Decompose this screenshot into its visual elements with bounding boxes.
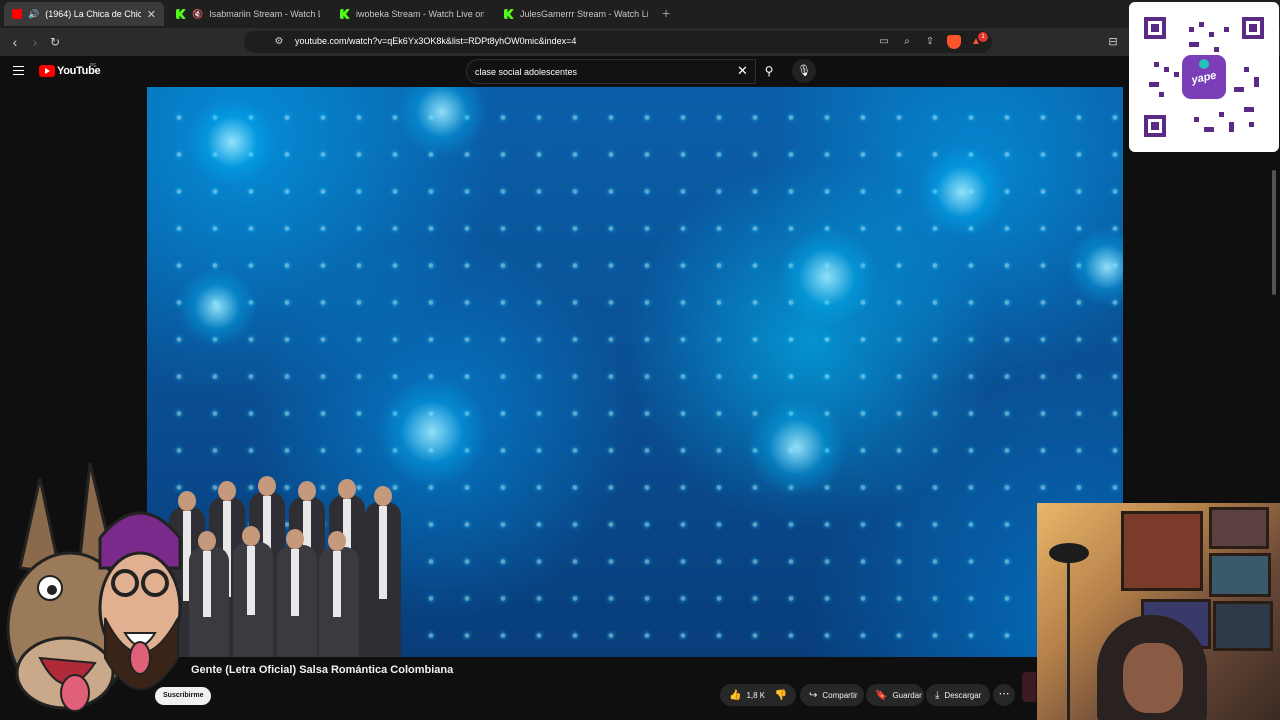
new-tab-plus-icon[interactable]: + xyxy=(662,5,670,21)
youtube-logo-icon[interactable] xyxy=(39,65,55,77)
qr-finder-pattern xyxy=(1144,115,1166,137)
share-icon[interactable]: ⇪ xyxy=(923,35,937,49)
kick-favicon-icon xyxy=(176,9,186,19)
wall-picture xyxy=(1209,553,1271,597)
save-label: Guardar xyxy=(892,690,922,700)
reload-icon[interactable]: ↻ xyxy=(46,33,64,51)
like-count[interactable]: 1,8 K xyxy=(746,691,765,700)
video-player[interactable] xyxy=(147,87,1123,657)
band-member xyxy=(277,529,317,657)
download-label: Descargar xyxy=(944,690,982,700)
donkey-mascot-overlay xyxy=(6,462,182,712)
tab-iwobeka-stream[interactable]: iwobeka Stream - Watch Live on Kick xyxy=(332,2,492,26)
yape-qr-code: yape xyxy=(1129,2,1279,152)
tab-label: iwobeka Stream - Watch Live on Kick xyxy=(356,9,484,19)
url-text[interactable]: youtube.com/watch?v=qEk6Yx3OK8k&list=RDP… xyxy=(295,36,576,46)
speaker-icon[interactable]: 🔊 xyxy=(28,9,39,20)
qr-finder-pattern xyxy=(1144,17,1166,39)
tab-label: JulesGamerrr Stream - Watch Live o xyxy=(520,9,648,19)
like-dislike-group: 👍 1,8 K 👎 xyxy=(720,684,796,706)
download-button[interactable]: ⤓ Descargar xyxy=(926,684,990,706)
back-arrow-icon[interactable]: ‹ xyxy=(6,33,24,51)
brave-shield-icon[interactable] xyxy=(947,35,961,49)
tab-label: Isabmariin Stream - Watch Live o xyxy=(209,9,320,19)
streamer-webcam xyxy=(1037,503,1280,720)
youtube-masthead: YouTube PE clase social adolescentes ✕ ⚲… xyxy=(0,56,1280,87)
share-button[interactable]: ↪ Compartir xyxy=(800,684,864,706)
tab-label: (1964) La Chica de Chicago - xyxy=(45,9,141,19)
yape-initials-dot xyxy=(1199,59,1209,69)
more-actions-icon[interactable]: ⋯ xyxy=(993,684,1015,706)
search-input[interactable]: clase social adolescentes ✕ xyxy=(466,59,756,84)
address-bar[interactable]: ⚙ youtube.com/watch?v=qEk6Yx3OK8k&list=R… xyxy=(244,31,992,53)
led-glow xyxy=(177,267,257,347)
country-code: PE xyxy=(90,63,97,69)
search-icon[interactable]: ⚲ xyxy=(756,59,782,84)
site-settings-icon[interactable]: ⚙ xyxy=(272,35,286,49)
search-query-text[interactable]: clase social adolescentes xyxy=(475,67,577,77)
led-glow xyxy=(187,97,277,187)
microphone-icon[interactable]: 🎙 xyxy=(792,59,816,83)
browser-tab-strip: 🔊 (1964) La Chica de Chicago - ✕ 🔇 Isabm… xyxy=(0,0,1280,28)
led-glow xyxy=(917,147,1007,237)
close-tab-icon[interactable]: ✕ xyxy=(147,8,156,21)
hamburger-menu-icon[interactable] xyxy=(13,66,24,75)
browser-toolbar: ‹ › ↻ ☐ ⚙ youtube.com/watch?v=qEk6Yx3OK8… xyxy=(0,28,1280,56)
thumbs-up-icon[interactable]: 👍 xyxy=(729,690,741,701)
notification-badge: 1 xyxy=(978,32,988,42)
forward-arrow-icon[interactable]: › xyxy=(26,33,44,51)
zoom-search-icon[interactable]: ⌕ xyxy=(900,35,914,49)
video-title: Gente (Letra Oficial) Salsa Romántica Co… xyxy=(191,664,454,676)
kick-favicon-icon xyxy=(504,9,514,19)
band-member xyxy=(365,486,401,657)
lamp-pole xyxy=(1067,563,1070,720)
band-member xyxy=(189,531,229,657)
qr-finder-pattern xyxy=(1242,17,1264,39)
share-arrow-icon: ↪ xyxy=(809,689,818,701)
download-icon: ⤓ xyxy=(935,689,940,701)
led-glow xyxy=(777,227,877,327)
streamer-face xyxy=(1123,643,1183,713)
side-panel-edge xyxy=(1022,672,1036,702)
thumbs-down-icon[interactable]: 👎 xyxy=(775,690,787,701)
led-glow xyxy=(747,397,847,497)
wall-picture xyxy=(1209,507,1269,549)
wall-picture xyxy=(1121,511,1203,591)
muted-speaker-icon[interactable]: 🔇 xyxy=(192,9,203,20)
band-group-photo xyxy=(169,465,401,657)
cast-icon[interactable]: ▭ xyxy=(877,35,891,49)
floor-lamp xyxy=(1049,543,1089,563)
tab-la-chica-de-chicago[interactable]: 🔊 (1964) La Chica de Chicago - ✕ xyxy=(4,2,164,26)
band-member xyxy=(319,531,359,657)
tab-isabmariin-stream[interactable]: 🔇 Isabmariin Stream - Watch Live o xyxy=(168,2,328,26)
yape-logo-text: yape xyxy=(1190,69,1218,87)
bookmark-save-icon: 🔖 xyxy=(875,689,888,701)
save-button[interactable]: 🔖 Guardar xyxy=(866,684,924,706)
sidepanel-icon[interactable]: ⊟ xyxy=(1104,33,1122,51)
youtube-favicon-icon xyxy=(12,9,22,19)
wall-picture xyxy=(1213,601,1273,651)
tab-julesgamerrr-stream[interactable]: JulesGamerrr Stream - Watch Live o xyxy=(496,2,656,26)
page-scrollbar[interactable] xyxy=(1272,170,1276,295)
yape-logo: yape xyxy=(1179,52,1229,102)
share-label: Compartir xyxy=(822,690,858,700)
kick-favicon-icon xyxy=(340,9,350,19)
band-member xyxy=(233,526,273,657)
clear-search-icon[interactable]: ✕ xyxy=(737,63,748,79)
